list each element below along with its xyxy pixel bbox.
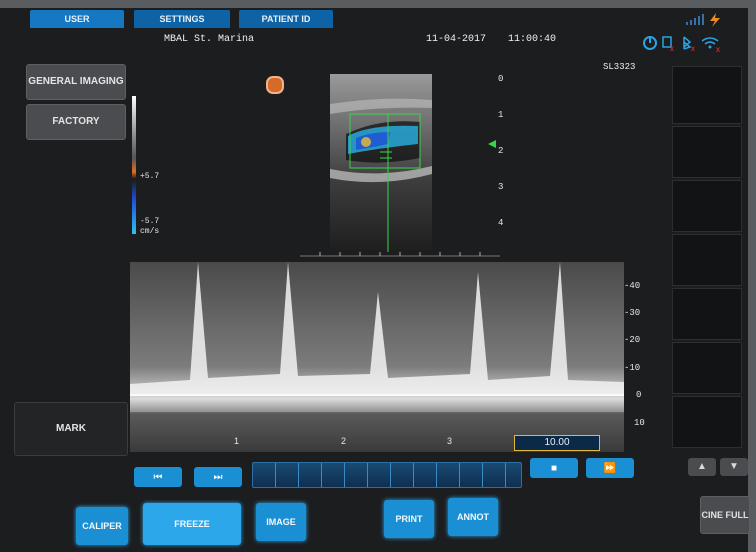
- velocity-label: 10: [634, 418, 645, 428]
- status-icons: x x x: [643, 36, 720, 53]
- focus-marker-icon: [488, 140, 496, 148]
- svg-text:x: x: [670, 44, 674, 53]
- svg-text:x: x: [691, 44, 695, 53]
- print-button[interactable]: PRINT: [384, 500, 434, 538]
- caliper-button[interactable]: CALIPER: [76, 507, 128, 545]
- right-softkey-panel[interactable]: [672, 396, 742, 448]
- stop-button[interactable]: ■: [530, 458, 578, 478]
- color-scale-unit: cm/s: [140, 227, 160, 236]
- record-icon[interactable]: [266, 76, 284, 94]
- depth-label: 2: [498, 146, 504, 156]
- wifi-icon: x: [701, 37, 720, 53]
- scroll-up-button[interactable]: ▲: [688, 458, 716, 476]
- tab-settings[interactable]: SETTINGS: [134, 10, 230, 28]
- right-softkey-panel[interactable]: [672, 288, 742, 340]
- right-softkey-panel[interactable]: [672, 234, 742, 286]
- velocity-label: -40: [624, 281, 641, 291]
- image-button[interactable]: IMAGE: [256, 503, 306, 541]
- probe-id: SL3323: [603, 62, 636, 72]
- factory-button[interactable]: FACTORY: [26, 104, 126, 140]
- ultrasound-screen: USER SETTINGS PATIENT ID MBAL St. Marina…: [0, 0, 756, 552]
- depth-label: 3: [498, 182, 504, 192]
- arrow-down-icon: ▼: [729, 461, 739, 472]
- right-softkey-panel[interactable]: [672, 180, 742, 232]
- battery-status: [686, 13, 720, 27]
- cine-progress-slider[interactable]: [252, 462, 522, 488]
- depth-label: 4: [498, 218, 504, 228]
- skip-forward-button[interactable]: ⏭: [194, 467, 242, 487]
- spectral-doppler-trace: [130, 262, 624, 452]
- right-softkey-panel[interactable]: [672, 126, 742, 178]
- sweep-speed-readout[interactable]: 10.00: [514, 435, 600, 451]
- time-label: 3: [447, 436, 453, 446]
- skip-back-icon: ⏮: [153, 471, 163, 483]
- exam-time: 11:00:40: [508, 34, 557, 45]
- velocity-label: -10: [624, 363, 641, 373]
- svg-text:x: x: [716, 45, 720, 53]
- facility-name: MBAL St. Marina: [164, 34, 255, 45]
- usb-icon: x: [662, 36, 674, 53]
- time-label: 2: [341, 436, 347, 446]
- velocity-label: -20: [624, 335, 641, 345]
- tab-patient-id[interactable]: PATIENT ID: [239, 10, 333, 28]
- velocity-label: -30: [624, 308, 641, 318]
- bluetooth-icon: x: [683, 36, 695, 53]
- play-forward-button[interactable]: ⏩: [586, 458, 634, 478]
- color-scale-min: -5.7: [140, 217, 160, 226]
- right-softkey-panel[interactable]: [672, 66, 742, 124]
- lightning-icon: [710, 13, 720, 27]
- velocity-label: 0: [636, 390, 642, 400]
- color-scale-max: +5.7: [140, 172, 160, 181]
- right-softkey-panel[interactable]: [672, 342, 742, 394]
- freeze-button[interactable]: FREEZE: [143, 503, 241, 545]
- scroll-down-button[interactable]: ▼: [720, 458, 748, 476]
- stop-icon: ■: [550, 462, 558, 474]
- general-imaging-button[interactable]: GENERAL IMAGING: [26, 64, 126, 100]
- lateral-scale-ticks: [300, 252, 500, 257]
- play-forward-icon: ⏩: [603, 462, 617, 474]
- power-icon: [643, 36, 657, 50]
- tab-user[interactable]: USER: [30, 10, 124, 28]
- depth-label: 1: [498, 110, 504, 120]
- time-label: 1: [234, 436, 240, 446]
- bezel-right: [748, 0, 756, 552]
- arrow-up-icon: ▲: [697, 461, 707, 472]
- skip-forward-icon: ⏭: [213, 471, 223, 483]
- exam-date: 11-04-2017: [426, 34, 487, 45]
- depth-label: 0: [498, 74, 504, 84]
- battery-icon: [686, 14, 704, 25]
- cine-full-button[interactable]: CINE FULL: [700, 496, 750, 534]
- b-mode-image: [330, 74, 432, 252]
- skip-back-button[interactable]: ⏮: [134, 467, 182, 487]
- mark-button[interactable]: MARK: [14, 402, 128, 456]
- annot-button[interactable]: ANNOT: [448, 498, 498, 536]
- color-velocity-bar: [132, 96, 136, 234]
- bezel-top: [0, 0, 756, 8]
